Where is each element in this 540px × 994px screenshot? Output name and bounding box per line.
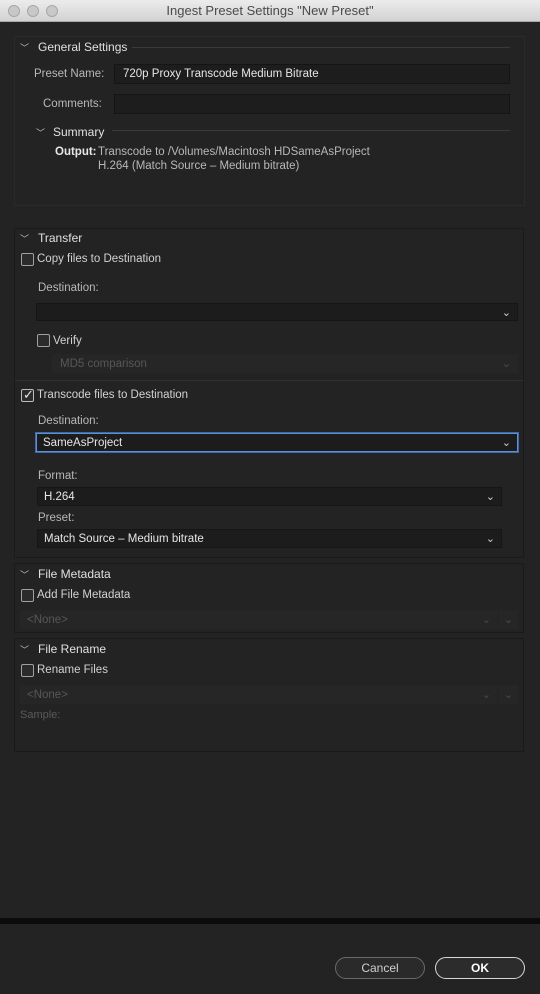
general-settings-title: General Settings xyxy=(38,40,128,54)
transcode-destination-value: SameAsProject xyxy=(43,437,123,449)
output-line-2: H.264 (Match Source – Medium bitrate) xyxy=(98,160,300,172)
ok-button[interactable]: OK xyxy=(435,957,525,979)
sample-label: Sample: xyxy=(20,709,61,721)
rename-files-checkbox[interactable] xyxy=(21,664,34,677)
transfer-disclosure-icon[interactable]: ﹀ xyxy=(20,232,29,245)
format-select[interactable]: H.264 ⌄ xyxy=(37,487,502,506)
file-metadata-title: File Metadata xyxy=(38,567,111,581)
verify-label: Verify xyxy=(53,335,82,347)
copy-destination-label: Destination: xyxy=(38,282,99,294)
file-metadata-options-button: ⌄ xyxy=(499,610,518,629)
verify-method-select: MD5 comparison ⌄ xyxy=(52,354,518,373)
comments-label: Comments: xyxy=(43,98,102,110)
divider xyxy=(15,380,523,381)
transcode-files-checkbox[interactable]: ✓ xyxy=(21,387,34,402)
transcode-destination-label: Destination: xyxy=(38,415,99,427)
divider xyxy=(132,47,510,48)
transcode-files-label: Transcode files to Destination xyxy=(37,389,189,401)
add-file-metadata-checkbox[interactable] xyxy=(21,589,34,602)
preset-select[interactable]: Match Source – Medium bitrate ⌄ xyxy=(37,529,502,548)
preset-label: Preset: xyxy=(38,512,75,524)
chevron-down-icon: ⌄ xyxy=(503,689,513,701)
transcode-destination-select[interactable]: SameAsProject ⌄ xyxy=(36,433,518,452)
chevron-down-icon: ⌄ xyxy=(481,614,491,626)
chevron-down-icon: ⌄ xyxy=(501,437,511,449)
preset-value: Match Source – Medium bitrate xyxy=(44,533,204,545)
preset-name-field[interactable]: 720p Proxy Transcode Medium Bitrate xyxy=(114,64,510,84)
general-settings-disclosure-icon[interactable]: ﹀ xyxy=(20,41,29,54)
chevron-down-icon: ⌄ xyxy=(481,689,491,701)
file-metadata-disclosure-icon[interactable]: ﹀ xyxy=(20,568,29,581)
chevron-down-icon: ⌄ xyxy=(501,307,511,319)
output-label: Output: xyxy=(55,146,97,158)
file-rename-title: File Rename xyxy=(38,642,107,656)
chevron-down-icon: ⌄ xyxy=(485,491,495,503)
transfer-title: Transfer xyxy=(38,231,83,245)
checkmark-icon: ✓ xyxy=(23,387,34,402)
add-file-metadata-label: Add File Metadata xyxy=(37,589,131,601)
footer-divider xyxy=(0,918,540,924)
copy-destination-select[interactable]: ⌄ xyxy=(36,303,518,321)
file-rename-select: <None> ⌄ xyxy=(20,685,498,704)
copy-files-checkbox[interactable] xyxy=(21,253,34,266)
preset-name-label: Preset Name: xyxy=(34,68,105,80)
rename-files-label: Rename Files xyxy=(37,664,108,676)
file-rename-value: <None> xyxy=(27,689,68,701)
chevron-down-icon: ⌄ xyxy=(503,614,513,626)
summary-title: Summary xyxy=(53,125,105,139)
window-titlebar: Ingest Preset Settings "New Preset" xyxy=(0,0,540,22)
verify-method-value: MD5 comparison xyxy=(60,358,147,370)
file-rename-disclosure-icon[interactable]: ﹀ xyxy=(20,643,29,656)
chevron-down-icon: ⌄ xyxy=(485,533,495,545)
summary-disclosure-icon[interactable]: ﹀ xyxy=(36,126,45,139)
copy-files-label: Copy files to Destination xyxy=(37,253,162,265)
file-metadata-select: <None> ⌄ xyxy=(20,610,498,629)
format-label: Format: xyxy=(38,470,78,482)
file-metadata-value: <None> xyxy=(27,614,68,626)
cancel-button[interactable]: Cancel xyxy=(335,957,425,979)
verify-checkbox[interactable] xyxy=(37,334,50,347)
divider xyxy=(112,130,510,131)
chevron-down-icon: ⌄ xyxy=(501,358,511,370)
general-settings-panel xyxy=(14,36,525,206)
window-title: Ingest Preset Settings "New Preset" xyxy=(166,3,374,18)
comments-field[interactable] xyxy=(114,94,510,114)
format-value: H.264 xyxy=(44,491,75,503)
file-rename-options-button: ⌄ xyxy=(499,685,518,704)
output-line-1: Transcode to /Volumes/Macintosh HDSameAs… xyxy=(98,146,370,158)
